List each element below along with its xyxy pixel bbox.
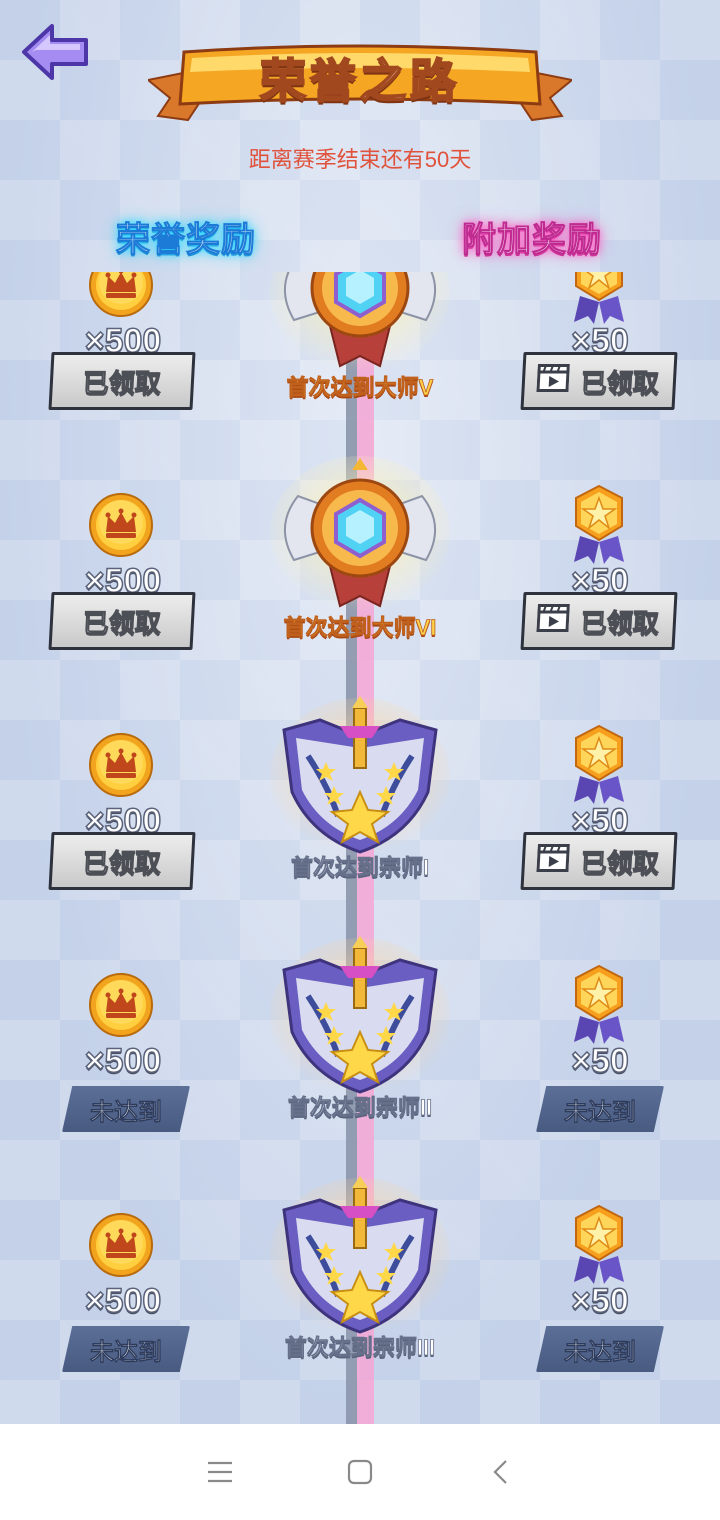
nav-back-button[interactable] [480,1452,520,1492]
crown-coin-icon [88,972,154,1038]
honor-reward-amount: ×500 [84,1041,162,1081]
silver-rank-badge-icon[interactable] [268,1176,452,1336]
star-medal-icon [570,964,628,1044]
reward-list[interactable]: ×500 已领取 首次达到大师V ×50 已领取 ×500 已领取 首次达到大师… [0,272,720,1424]
bonus-not-reached-button[interactable]: 未达到 [536,1326,664,1372]
button-label: 已领取 [580,367,661,398]
button-label: 已领取 [580,607,661,638]
system-nav-bar [0,1424,720,1520]
star-medal-icon [570,724,628,804]
honor-not-reached-button[interactable]: 未达到 [62,1326,190,1372]
crown-coin-icon [88,492,154,558]
honor-claimed-button[interactable]: 已领取 [48,592,196,650]
nav-home-button[interactable] [340,1452,380,1492]
rank-milestone-label: 首次达到宗师I [290,855,430,881]
video-ad-icon [536,603,570,639]
bonus-rewards-header: 附加奖励 [462,221,602,260]
silver-rank-badge-icon[interactable] [268,696,452,856]
crown-coin-icon [88,732,154,798]
reward-row: ×500 已领取 首次达到大师VI ×50 已领取 [0,456,720,696]
button-label: 未达到 [90,1338,163,1366]
honor-not-reached-button[interactable]: 未达到 [62,1086,190,1132]
back-button[interactable] [20,22,92,82]
star-medal-icon [570,484,628,564]
menu-icon [208,1461,232,1483]
silver-rank-badge-icon[interactable] [268,936,452,1096]
bonus-reward-amount: ×50 [570,1281,629,1321]
nav-menu-button[interactable] [200,1452,240,1492]
bonus-reward-amount: ×50 [570,1041,629,1081]
back-arrow-icon [22,24,88,80]
button-label: 未达到 [564,1338,637,1366]
title-banner: 荣誉之路 [148,42,572,122]
home-icon [347,1459,373,1485]
reward-row: ×500 已领取 首次达到宗师I ×50 已领取 [0,696,720,936]
back-icon [493,1460,507,1484]
honor-reward-amount: ×500 [84,1281,162,1321]
video-ad-icon [536,843,570,879]
button-label: 已领取 [82,847,163,878]
button-label: 已领取 [82,367,163,398]
reward-row: ×500 未达到 首次达到宗师II ×50 未达到 [0,936,720,1176]
rank-milestone-label: 首次达到大师VI [283,615,437,641]
bonus-claimed-video-button[interactable]: 已领取 [520,832,678,890]
rank-milestone-label: 首次达到大师V [286,375,434,401]
rank-milestone-label: 首次达到宗师III [284,1335,436,1361]
season-countdown: 距离赛季结束还有50天 [248,147,472,172]
honor-claimed-button[interactable]: 已领取 [48,832,196,890]
button-label: 已领取 [580,847,661,878]
star-medal-icon [570,272,628,324]
gold-rank-badge-icon[interactable] [268,272,452,376]
honor-rewards-header: 荣誉奖励 [116,221,256,260]
star-medal-icon [570,1204,628,1284]
crown-coin-icon [88,1212,154,1278]
crown-coin-icon [88,272,154,318]
video-ad-icon [536,363,570,399]
bonus-not-reached-button[interactable]: 未达到 [536,1086,664,1132]
game-screen: 荣誉之路 距离赛季结束还有50天 荣誉奖励 附加奖励 ×500 已领取 首次达到… [0,0,720,1424]
button-label: 未达到 [564,1098,637,1126]
reward-row: ×500 未达到 首次达到宗师III ×50 未达到 [0,1176,720,1416]
honor-claimed-button[interactable]: 已领取 [48,352,196,410]
reward-row: ×500 已领取 首次达到大师V ×50 已领取 [0,272,720,456]
button-label: 未达到 [90,1098,163,1126]
bonus-claimed-video-button[interactable]: 已领取 [520,352,678,410]
rank-milestone-label: 首次达到宗师II [287,1095,433,1121]
bonus-claimed-video-button[interactable]: 已领取 [520,592,678,650]
button-label: 已领取 [82,607,163,638]
gold-rank-badge-icon[interactable] [268,456,452,616]
page-title: 荣誉之路 [259,54,460,108]
